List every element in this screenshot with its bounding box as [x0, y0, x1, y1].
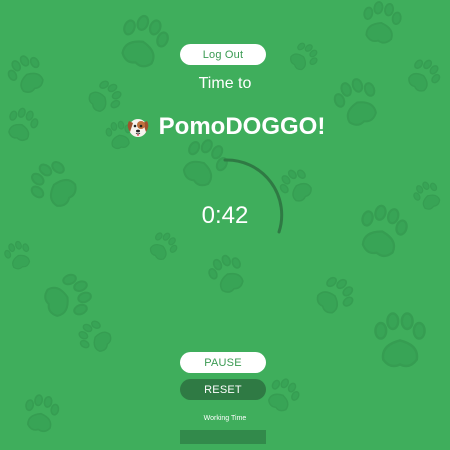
- timer-display: 0:42: [201, 202, 249, 229]
- mode-label: Working Time: [203, 415, 247, 422]
- reset-button[interactable]: RESET: [180, 379, 266, 400]
- pause-button[interactable]: PAUSE: [180, 352, 266, 373]
- mode-indicator-bar: [180, 430, 266, 444]
